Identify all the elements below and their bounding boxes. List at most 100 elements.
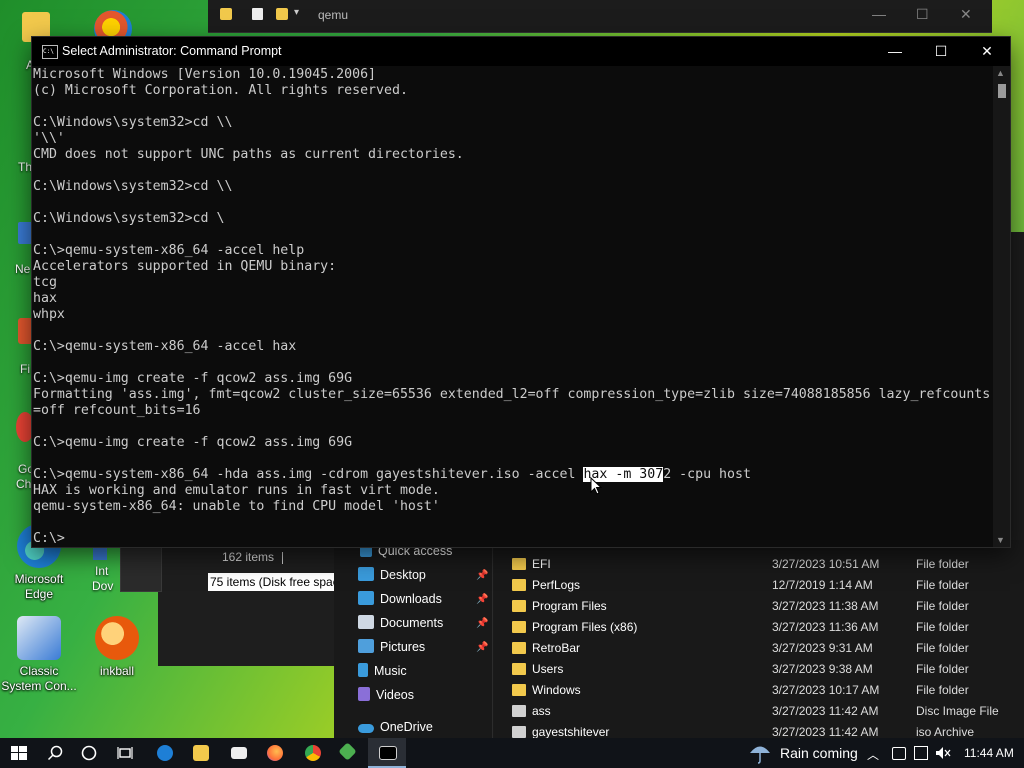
inkball-icon [95, 616, 139, 660]
console-line: tcg [33, 275, 57, 290]
weather-text[interactable]: Rain coming [780, 745, 858, 761]
desktop-icon-partial-label: Dov [92, 579, 114, 593]
maximize-button[interactable]: ☐ [918, 37, 964, 66]
status-text: 75 items (Disk free spac [208, 573, 336, 591]
desktop-icon-partial-label: Th [18, 160, 33, 174]
iso-archive-icon [512, 726, 526, 738]
inner-panel [120, 540, 162, 592]
file-row[interactable]: RetroBar 3/27/2023 9:31 AM File folder [512, 638, 1022, 659]
console-line: '\\' [33, 131, 65, 146]
console-line: CMD does not support UNC paths as curren… [33, 147, 464, 162]
chrome-icon [305, 745, 321, 761]
console-line: HAX is working and emulator runs in fast… [33, 483, 440, 498]
file-type: Disc Image File [916, 704, 999, 718]
start-button[interactable] [0, 738, 38, 768]
close-button[interactable]: ✕ [964, 37, 1010, 66]
display-icon[interactable] [914, 746, 928, 760]
scroll-down-arrow[interactable]: ▼ [996, 535, 1005, 545]
maximize-button[interactable]: ☐ [916, 6, 929, 23]
console-line: Accelerators supported in QEMU binary: [33, 259, 337, 274]
nav-downloads[interactable]: Downloads [358, 588, 442, 610]
pin-icon: 📌 [476, 618, 489, 629]
file-type: File folder [916, 641, 969, 655]
nav-documents[interactable]: Documents [358, 612, 443, 634]
nav-desktop[interactable]: Desktop [358, 564, 426, 586]
disc-image-icon [512, 705, 526, 717]
file-date: 12/7/2019 1:14 AM [772, 578, 873, 592]
command-text: C:\>qemu-system-x86_64 -hda ass.img -cdr… [33, 467, 584, 482]
chrome-taskbar-icon[interactable] [294, 738, 332, 768]
windows-logo-icon [11, 746, 27, 760]
pin-icon: 📌 [476, 642, 489, 653]
clock[interactable]: 11:44 AM [964, 746, 1014, 760]
folder-icon [193, 745, 209, 761]
nav-label: Videos [376, 688, 414, 702]
desktop-icon-partial-label: Int [95, 564, 109, 578]
file-row[interactable]: Program Files 3/27/2023 11:38 AM File fold… [512, 596, 1022, 617]
nav-label: Desktop [380, 568, 426, 582]
vertical-scrollbar[interactable]: ▲ ▼ [993, 66, 1010, 547]
explorer-titlebar[interactable]: ▾ qemu — ☐ ✕ [208, 0, 992, 33]
file-row[interactable]: Program Files (x86) 3/27/2023 11:36 AM Fil… [512, 617, 1022, 638]
mail-taskbar-icon[interactable] [220, 738, 258, 768]
close-button[interactable]: ✕ [960, 6, 972, 23]
status-separator [282, 552, 283, 564]
file-type: File folder [916, 620, 969, 634]
explorer-right-edge [1010, 232, 1024, 544]
desktop-icon-partial-label: Ne [15, 262, 31, 276]
file-name: PerfLogs [532, 578, 581, 592]
file-row[interactable]: Users 3/27/2023 9:38 AM File folder [512, 659, 1022, 680]
console-line: whpx [33, 307, 65, 322]
nav-videos[interactable]: Videos [358, 684, 414, 706]
file-row[interactable]: Windows 3/27/2023 10:17 AM File folder [512, 680, 1022, 701]
cmd-titlebar[interactable]: C:\ Select Administrator: Command Prompt… [32, 37, 1010, 66]
file-row[interactable]: ass 3/27/2023 11:42 AM Disc Image File [512, 701, 1022, 722]
desktop-icon-inkball[interactable]: inkball [78, 616, 156, 679]
desktop-icon-classic-control[interactable]: Classic System Con... [0, 616, 78, 694]
nav-pictures[interactable]: Pictures [358, 636, 425, 658]
dropdown-icon[interactable]: ▾ [294, 7, 299, 18]
console-lines: Microsoft Windows [Version 10.0.19045.20… [33, 67, 990, 450]
folder-icon [512, 558, 526, 570]
folder-icon [220, 8, 232, 20]
firefox-icon [267, 745, 283, 761]
scroll-up-arrow[interactable]: ▲ [996, 68, 1005, 78]
command-text: 2 -cpu host [663, 467, 751, 482]
app-taskbar-icon[interactable] [330, 738, 368, 768]
file-row[interactable]: EFI 3/27/2023 10:51 AM File folder [512, 554, 1022, 575]
folder-icon[interactable] [276, 8, 288, 20]
folder-icon [512, 642, 526, 654]
scrollbar-thumb[interactable] [998, 84, 1006, 98]
minimize-button[interactable]: — [872, 37, 918, 66]
console-line: (c) Microsoft Corporation. All rights re… [33, 83, 408, 98]
nav-onedrive[interactable]: OneDrive [358, 716, 433, 738]
file-name: Users [532, 662, 564, 676]
file-row[interactable]: PerfLogs 12/7/2019 1:14 AM File folder [512, 575, 1022, 596]
command-prompt-window[interactable]: C:\ Select Administrator: Command Prompt… [32, 37, 1010, 547]
edge-taskbar-icon[interactable] [146, 738, 184, 768]
cortana-button[interactable] [70, 738, 108, 768]
file-row[interactable]: gayestshitever 3/27/2023 11:42 AM iso Arch… [512, 722, 1022, 738]
dark-window-fragment: 162 items 75 items (Disk free spac [120, 540, 336, 666]
cmd-icon [379, 746, 397, 760]
task-view-button[interactable] [106, 738, 144, 768]
console-line: hax [33, 291, 57, 306]
nav-music[interactable]: Music [358, 660, 407, 682]
file-explorer-taskbar-icon[interactable] [182, 738, 220, 768]
checklist-icon[interactable] [252, 8, 263, 20]
search-button[interactable] [36, 738, 74, 768]
minimize-button[interactable]: — [872, 6, 886, 22]
file-type: File folder [916, 599, 969, 613]
navigation-pane: Quick access Desktop 📌 Downloads 📌 Docum… [334, 540, 492, 738]
console-output[interactable]: Microsoft Windows [Version 10.0.19045.20… [33, 67, 993, 547]
nav-label: Documents [380, 616, 444, 630]
volume-muted-icon[interactable] [935, 746, 951, 760]
videos-icon [358, 687, 370, 701]
firefox-taskbar-icon[interactable] [256, 738, 294, 768]
cmd-taskbar-icon[interactable] [368, 738, 406, 768]
desktop-icon-label: inkball [99, 664, 135, 678]
tray-overflow-chevron-icon[interactable]: ︿ [867, 746, 879, 763]
file-date: 3/27/2023 11:38 AM [772, 599, 879, 613]
network-icon[interactable] [892, 747, 906, 760]
nav-label: Pictures [380, 640, 426, 654]
